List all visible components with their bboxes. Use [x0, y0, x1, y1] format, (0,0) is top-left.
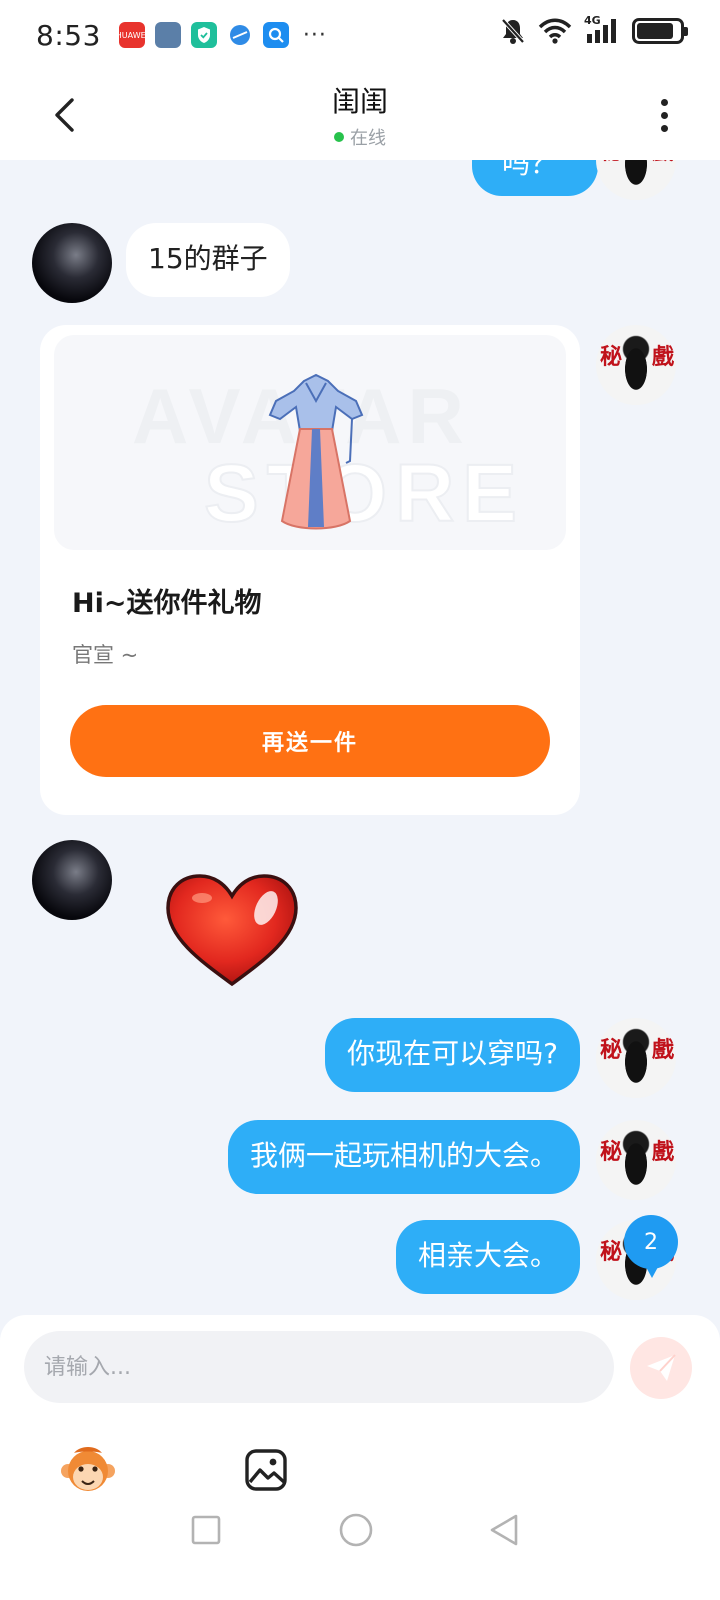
mute-bell-icon — [501, 18, 525, 44]
message-bubble-out[interactable]: 你现在可以穿吗? — [325, 1018, 580, 1092]
chat-title-group: 闺闺 在线 — [332, 80, 388, 150]
system-back-button[interactable] — [484, 1510, 524, 1550]
heart-sticker-icon[interactable] — [162, 872, 302, 992]
status-time: 8:53 — [36, 18, 101, 52]
avatar-seal-text: 戲 — [652, 160, 674, 166]
back-arrow-icon — [55, 98, 74, 132]
home-button[interactable] — [336, 1510, 376, 1550]
dress-gift-icon — [268, 373, 364, 530]
more-dot-icon — [660, 124, 668, 132]
chat-screen: 8:53 HUAWEI ··· 4G 闺闺 在线 吗？ 15的群子 STORE … — [0, 0, 720, 1600]
gift-card[interactable]: AVATAR STORE Hi~送你件礼物 官宣 ~ 再送一件 — [40, 325, 580, 815]
wifi-icon — [538, 18, 572, 44]
unread-count-badge[interactable]: 2 — [624, 1215, 678, 1278]
search-app-icon — [262, 22, 289, 48]
status-app-icons: HUAWEI ··· — [116, 22, 327, 48]
triangle-back-icon — [490, 1514, 518, 1546]
avatar-seal-text: 戲 — [651, 1037, 674, 1063]
gift-title: Hi~送你件礼物 — [72, 588, 262, 619]
gift-image: AVATAR STORE — [54, 335, 566, 550]
self-avatar[interactable]: 秘 戲 — [596, 1120, 676, 1200]
paper-plane-icon — [647, 1354, 676, 1381]
self-avatar[interactable]: 秘 戲 — [596, 325, 676, 405]
avatar-seal-text: 秘 — [600, 1239, 623, 1265]
avatar-seal-text: 秘 — [600, 1139, 623, 1165]
message-bubble-out[interactable]: 我俩一起玩相机的大会。 — [227, 1120, 580, 1194]
browser-app-icon — [226, 22, 253, 48]
battery-level — [637, 23, 673, 39]
system-nav-bar — [0, 1490, 720, 1600]
huawei-app-icon: HUAWEI — [116, 22, 148, 48]
avatar-seal-text: 秘 — [600, 344, 623, 370]
contact-avatar[interactable] — [32, 223, 112, 303]
contact-avatar[interactable] — [32, 840, 112, 920]
avatar-seal-text: 戲 — [651, 344, 674, 370]
online-status-label: 在线 — [349, 128, 386, 149]
avatar-seal-text: 秘 — [600, 1037, 623, 1063]
message-bubble-out[interactable]: 吗？ — [472, 160, 599, 196]
status-more-icon: ··· — [302, 22, 327, 48]
message-list[interactable]: 吗？ 秘 戲 15的群子 AVATAR STORE Hi~送你件礼物 官宣 — [0, 160, 720, 1315]
message-bubble-out[interactable]: 相亲大会。 — [395, 1220, 580, 1294]
square-icon — [191, 1515, 221, 1545]
chat-title: 闺闺 — [331, 85, 388, 118]
more-options-button[interactable] — [652, 90, 676, 140]
more-dot-icon — [660, 111, 668, 119]
message-bubble-in[interactable]: 15的群子 — [126, 223, 290, 297]
status-bar: 8:53 HUAWEI ··· 4G — [0, 0, 720, 70]
photo-app-icon — [154, 22, 181, 48]
recent-apps-button[interactable] — [186, 1510, 226, 1550]
self-avatar[interactable]: 秘 戲 — [596, 1018, 676, 1098]
send-another-gift-button[interactable]: 再送一件 — [70, 705, 550, 777]
battery-icon — [632, 18, 688, 44]
send-button[interactable] — [630, 1337, 692, 1399]
status-right: 4G — [500, 14, 688, 46]
circle-icon — [339, 1513, 373, 1547]
gift-subtitle: 官宣 ~ — [72, 643, 139, 667]
self-avatar[interactable]: 秘 戲 — [596, 160, 676, 200]
back-button[interactable] — [44, 90, 84, 140]
online-dot-icon — [333, 132, 344, 142]
message-input[interactable] — [24, 1331, 614, 1403]
avatar-seal-text: 戲 — [651, 1139, 674, 1165]
signal-icon: 4G — [584, 14, 620, 46]
image-icon — [245, 1449, 287, 1491]
more-dot-icon — [660, 98, 668, 106]
shield-app-icon — [190, 22, 217, 48]
chat-header: 闺闺 在线 — [0, 70, 720, 160]
avatar-seal-text: 秘 — [600, 160, 622, 166]
monkey-face-icon — [61, 1447, 115, 1491]
online-status: 在线 — [332, 124, 388, 150]
